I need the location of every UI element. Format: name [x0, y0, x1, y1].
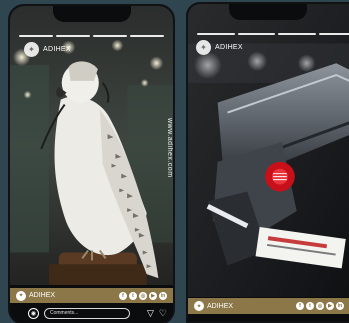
- instagram-icon[interactable]: ◎: [316, 302, 324, 310]
- heart-icon[interactable]: ♡: [159, 308, 167, 318]
- progress-segment: [130, 35, 164, 37]
- story-header[interactable]: ✦ ADIHEX: [24, 42, 71, 57]
- footer-brand: ✦ ADIHEX: [194, 301, 233, 311]
- brand-footer: ✦ ADIHEX f t ◎ ▶ in: [10, 288, 173, 303]
- phone-notch: [52, 6, 131, 22]
- website-url: www.adihex.com: [166, 118, 173, 178]
- story-progress-bar: [19, 35, 164, 37]
- story-screen-pistol[interactable]: ✦ ADIHEX www.adihex.com: [188, 4, 349, 297]
- comment-bar: ◉ ▽ ♡: [10, 303, 173, 323]
- footer-brand: ✦ ADIHEX: [16, 290, 56, 301]
- facebook-icon[interactable]: f: [296, 302, 304, 310]
- camera-icon[interactable]: ◉: [28, 307, 39, 319]
- twitter-icon[interactable]: t: [129, 291, 137, 300]
- footer-brand-name: ADIHEX: [29, 292, 56, 299]
- progress-segment: [197, 33, 235, 35]
- progress-segment: [278, 33, 316, 35]
- adihex-logo-icon: ✦: [16, 290, 26, 301]
- progress-segment: [93, 35, 127, 37]
- instagram-icon[interactable]: ◎: [139, 291, 147, 300]
- youtube-icon[interactable]: ▶: [149, 291, 157, 300]
- twitter-icon[interactable]: t: [306, 302, 314, 310]
- story-header[interactable]: ✦ ADIHEX: [196, 40, 243, 55]
- comment-input[interactable]: [44, 307, 130, 319]
- social-icons: f t ◎ ▶ in: [296, 302, 349, 310]
- brand-name: ADIHEX: [215, 44, 243, 51]
- footer-brand-name: ADIHEX: [207, 302, 234, 310]
- phone-notch: [229, 4, 307, 20]
- social-icons: f t ◎ ▶ in: [119, 291, 167, 300]
- linkedin-icon[interactable]: in: [159, 291, 167, 300]
- progress-segment: [318, 33, 349, 35]
- story-phone-left: ✦ ADIHEX www.adihex.com ✦ ADIHEX f t ◎ ▶…: [8, 4, 175, 323]
- brand-name: ADIHEX: [43, 46, 71, 53]
- facebook-icon[interactable]: f: [119, 291, 127, 300]
- adihex-logo-icon: ✦: [196, 40, 211, 55]
- progress-segment: [19, 35, 53, 37]
- adihex-logo-icon: ✦: [24, 42, 39, 57]
- story-progress-bar: [197, 33, 349, 35]
- story-screen-falcon[interactable]: ✦ ADIHEX www.adihex.com: [10, 6, 173, 285]
- story-phone-right: ✦ ADIHEX www.adihex.com ✦ ADIHEX f t ◎ ▶…: [186, 2, 349, 323]
- linkedin-icon[interactable]: in: [336, 302, 344, 310]
- progress-segment: [56, 35, 90, 37]
- brand-footer: ✦ ADIHEX f t ◎ ▶ in: [188, 298, 349, 314]
- send-icon[interactable]: ▽: [147, 308, 154, 318]
- youtube-icon[interactable]: ▶: [326, 302, 334, 310]
- progress-segment: [237, 33, 275, 35]
- adihex-logo-icon: ✦: [194, 301, 204, 311]
